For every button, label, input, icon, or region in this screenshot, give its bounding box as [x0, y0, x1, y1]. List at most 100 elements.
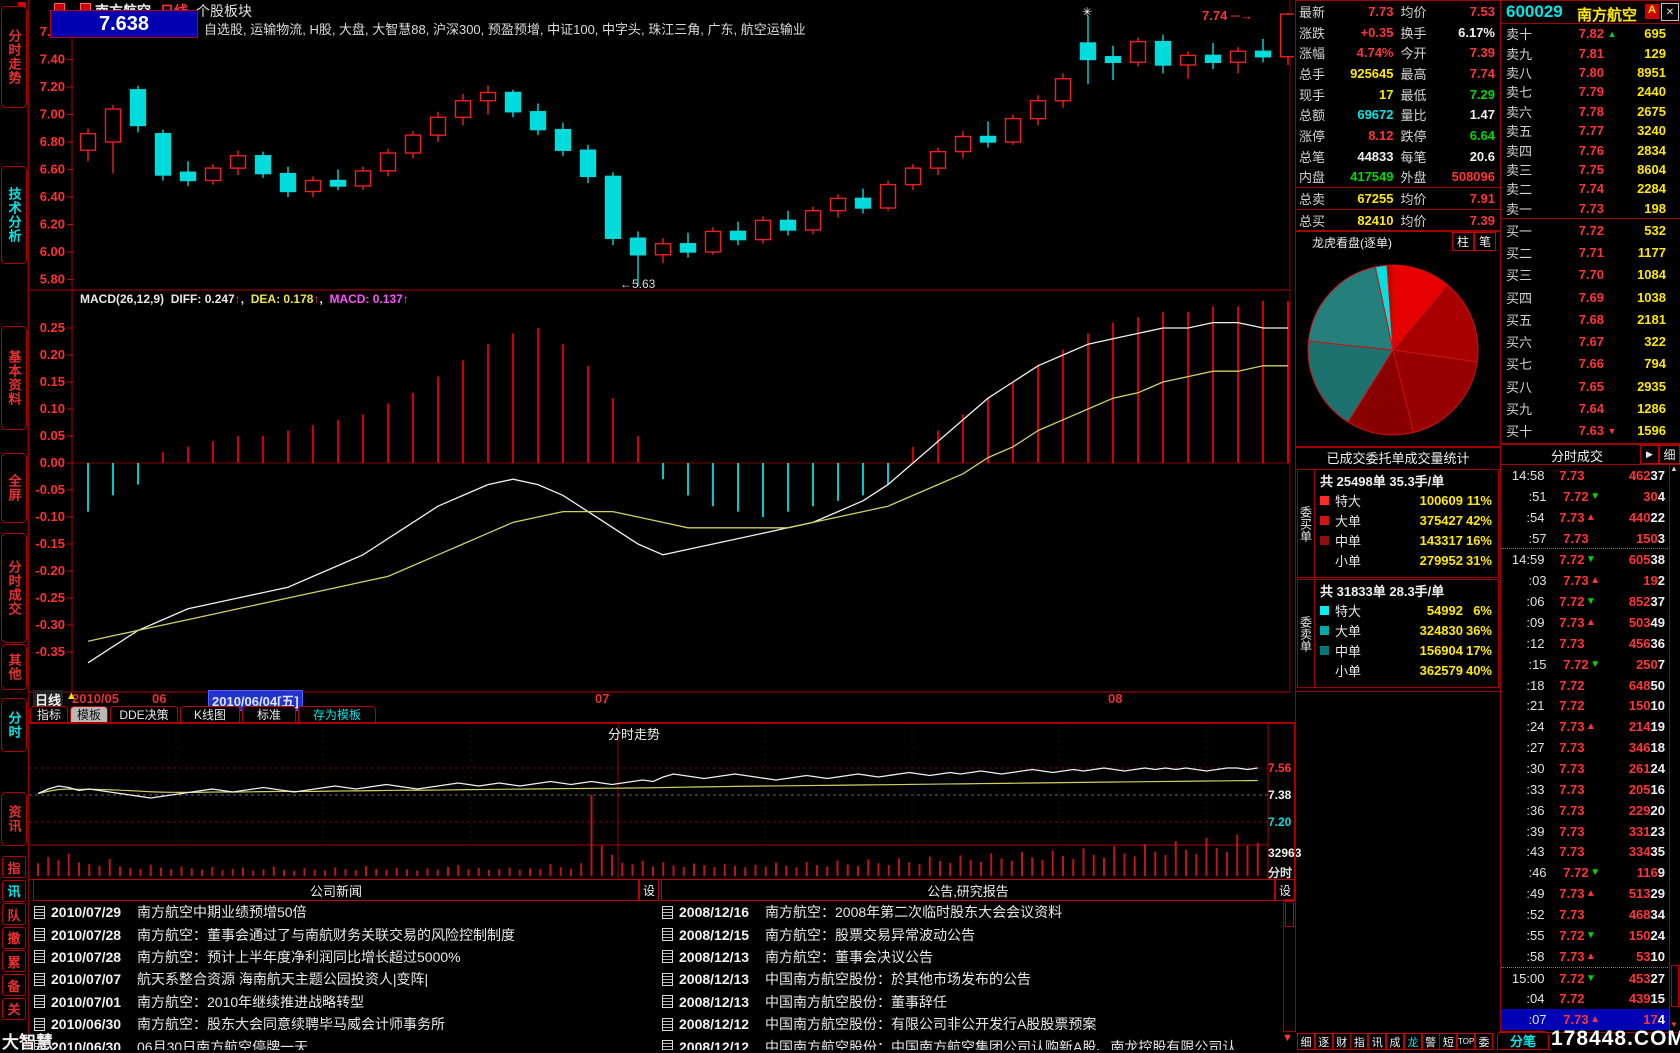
news-left-settings-button[interactable]: 设 — [639, 879, 659, 901]
sector-tags[interactable]: 自选股, 运输物流, H股, 大盘, 大智慧88, 沪深300, 预盈预增, 中… — [204, 19, 1204, 35]
bid-level[interactable]: 买三7.701084 — [1501, 264, 1680, 286]
sidebar-chip-备[interactable]: 备 — [2, 974, 26, 996]
ask-level[interactable]: 卖二7.742284 — [1501, 179, 1680, 198]
news-item[interactable]: 2010/07/28南方航空：董事会通过了与南航财务关联交易的风险控制制度 — [31, 923, 638, 945]
tape-row[interactable]: :157.72▼2507 — [1501, 654, 1670, 675]
tape-row[interactable]: :067.72▼85237 — [1501, 591, 1670, 612]
news-item[interactable]: 2008/12/12中国南方航空股份：中国南方航空集团公司认购新A股、南龙控股有… — [659, 1035, 1281, 1050]
news-scroll-down-icon[interactable]: ▼ — [1282, 1032, 1293, 1044]
close-icon[interactable]: ✕ — [1661, 3, 1679, 21]
status-button-指[interactable]: 指 — [1350, 1033, 1368, 1050]
status-button-细[interactable]: 细 — [1297, 1033, 1315, 1050]
tape-row[interactable]: :097.73▲50349 — [1501, 612, 1670, 633]
tape-row[interactable]: :437.7333435 — [1501, 841, 1670, 862]
tape-row[interactable]: 14:587.7346237 — [1501, 465, 1670, 486]
news-item[interactable]: 2008/12/13南方航空：董事会决议公告 — [659, 946, 1281, 968]
tape-row[interactable]: :367.7322920 — [1501, 800, 1670, 821]
sidebar-chip-指[interactable]: 指 — [2, 856, 26, 878]
ask-level[interactable]: 卖八7.808951 — [1501, 63, 1680, 82]
bid-level[interactable]: 买二7.711177 — [1501, 241, 1680, 263]
tape-row[interactable]: :187.7264850 — [1501, 675, 1670, 696]
status-button-TOP[interactable]: TOP — [1457, 1033, 1475, 1050]
ask-level[interactable]: 卖四7.762834 — [1501, 140, 1680, 159]
intraday-chart[interactable] — [28, 722, 1295, 880]
status-button-财[interactable]: 财 — [1333, 1033, 1351, 1050]
status-button-讯[interactable]: 讯 — [1368, 1033, 1386, 1050]
tape-scrollbar-thumb[interactable] — [1671, 965, 1679, 1007]
news-item[interactable]: 2010/07/28南方航空：预计上半年度净利润同比增长超过5000% — [31, 946, 638, 968]
tab-K线图[interactable]: K线图 — [180, 706, 240, 723]
news-right-header[interactable]: 公告,研究报告 — [661, 879, 1275, 901]
tape-row[interactable]: :517.72▼304 — [1501, 486, 1670, 507]
tape-row[interactable]: :497.73▲51329 — [1501, 883, 1670, 904]
ask-level[interactable]: 卖五7.773240 — [1501, 121, 1680, 140]
tape-row[interactable]: :217.7215010 — [1501, 695, 1670, 716]
sidebar-tab-分时[interactable]: 分时 — [1, 698, 27, 752]
bid-level[interactable]: 买四7.691038 — [1501, 286, 1680, 308]
news-item[interactable]: 2010/07/29南方航空中期业绩预增50倍 — [31, 901, 638, 923]
tape-row[interactable]: :587.73▲5310 — [1501, 946, 1670, 967]
sidebar-chip-关[interactable]: 关 — [2, 998, 26, 1020]
tab-DDE决策[interactable]: DDE决策 — [110, 706, 178, 723]
tape-row[interactable]: 14:597.72▼60538 — [1501, 548, 1670, 570]
sidebar-tab-技术分析[interactable]: 技术分析 — [1, 166, 27, 264]
tape-row[interactable]: :557.72▼15024 — [1501, 925, 1670, 946]
news-left-header[interactable]: 公司新闻 — [33, 879, 639, 901]
status-button-短[interactable]: 短 — [1439, 1033, 1457, 1050]
ask-level[interactable]: 卖七7.792440 — [1501, 82, 1680, 101]
news-item[interactable]: 2010/07/01南方航空：2010年继续推进战略转型 — [31, 991, 638, 1013]
sidebar-chip-讯[interactable]: 讯 — [2, 880, 26, 902]
sidebar-tab-资讯[interactable]: 资讯 — [1, 792, 27, 846]
bid-level[interactable]: 买九7.641286 — [1501, 397, 1680, 419]
sidebar-tab-其他[interactable]: 其他 — [1, 644, 27, 690]
tab-标准[interactable]: 标准 — [242, 706, 296, 723]
tab-tick-detail[interactable]: 分笔 — [1497, 1031, 1549, 1050]
news-item[interactable]: 2010/06/30南方航空：股东大会同意续聘毕马威会计师事务所 — [31, 1013, 638, 1035]
status-button-成[interactable]: 成 — [1386, 1033, 1404, 1050]
ask-level[interactable]: 卖三7.758604 — [1501, 160, 1680, 179]
ask-level[interactable]: 卖九7.81129 — [1501, 43, 1680, 62]
tape-row[interactable]: :577.731503 — [1501, 528, 1670, 549]
status-button-警[interactable]: 警 — [1422, 1033, 1440, 1050]
tab-模板[interactable]: 模板 — [70, 706, 108, 723]
news-right-settings-button[interactable]: 设 — [1275, 879, 1295, 901]
tape-row[interactable]: :127.7345636 — [1501, 633, 1670, 654]
pie-bar-mode-button[interactable]: 柱 — [1452, 232, 1474, 251]
status-button-逐[interactable]: 逐 — [1315, 1033, 1333, 1050]
tape-row[interactable]: :247.73▲21419 — [1501, 716, 1670, 737]
tape-row[interactable]: :277.7334618 — [1501, 737, 1670, 758]
news-item[interactable]: 2008/12/15南方航空：股票交易异常波动公告 — [659, 923, 1281, 945]
tab-指标[interactable]: 指标 — [30, 706, 68, 723]
bid-level[interactable]: 买五7.682181 — [1501, 308, 1680, 330]
tape-detail-button[interactable]: 细 — [1659, 445, 1680, 464]
news-item[interactable]: 2010/07/07航天系整合资源 海南航天主题公园投资人|变阵| — [31, 968, 638, 990]
bid-level[interactable]: 买十7.63▼1596 — [1501, 420, 1680, 442]
bid-level[interactable]: 买一7.72532 — [1501, 219, 1680, 241]
sidebar-chip-累[interactable]: 累 — [2, 950, 26, 972]
news-item[interactable]: 2010/06/3006月30日南方航空停牌一天 — [31, 1035, 638, 1050]
tape-row[interactable]: :467.72▼1169 — [1501, 862, 1670, 883]
tape-row[interactable]: :047.7243915 — [1501, 988, 1670, 1009]
tape-row[interactable]: 15:007.72▼45327 — [1501, 967, 1670, 989]
news-scrollbar-thumb[interactable] — [1285, 901, 1294, 927]
bid-level[interactable]: 买八7.652935 — [1501, 375, 1680, 397]
sidebar-tab-分时成交[interactable]: 分时成交 — [1, 533, 27, 643]
ask-level[interactable]: 卖六7.782675 — [1501, 102, 1680, 121]
kline-macd-chart[interactable]: 7.607.407.207.006.806.606.406.206.005.80… — [24, 0, 1294, 694]
news-item[interactable]: 2008/12/12中国南方航空股份：有限公司非公开发行A股股票预案 — [659, 1013, 1281, 1035]
sidebar-tab-基本资料[interactable]: 基本资料 — [1, 326, 27, 430]
tape-row[interactable]: :397.7333123 — [1501, 821, 1670, 842]
sidebar-chip-撤[interactable]: 撤 — [2, 927, 26, 949]
pie-pen-mode-button[interactable]: 笔 — [1474, 232, 1496, 251]
tape-row[interactable]: :307.7326124 — [1501, 758, 1670, 779]
status-button-龙[interactable]: 龙 — [1404, 1033, 1422, 1050]
play-icon[interactable]: ▶ — [1640, 445, 1659, 464]
news-item[interactable]: 2008/12/13中国南方航空股份：董事辞任 — [659, 991, 1281, 1013]
sidebar-tab-分时走势[interactable]: 分时走势 — [1, 6, 27, 108]
tape-row[interactable]: :037.73▲192 — [1501, 570, 1670, 591]
tape-scrollbar[interactable]: ▲ ▼ — [1669, 465, 1679, 1029]
tape-row[interactable]: :527.7346834 — [1501, 904, 1670, 925]
sidebar-chip-队[interactable]: 队 — [2, 903, 26, 925]
status-button-委[interactable]: 委 — [1475, 1033, 1493, 1050]
tape-row[interactable]: :547.73▲44022 — [1501, 507, 1670, 528]
